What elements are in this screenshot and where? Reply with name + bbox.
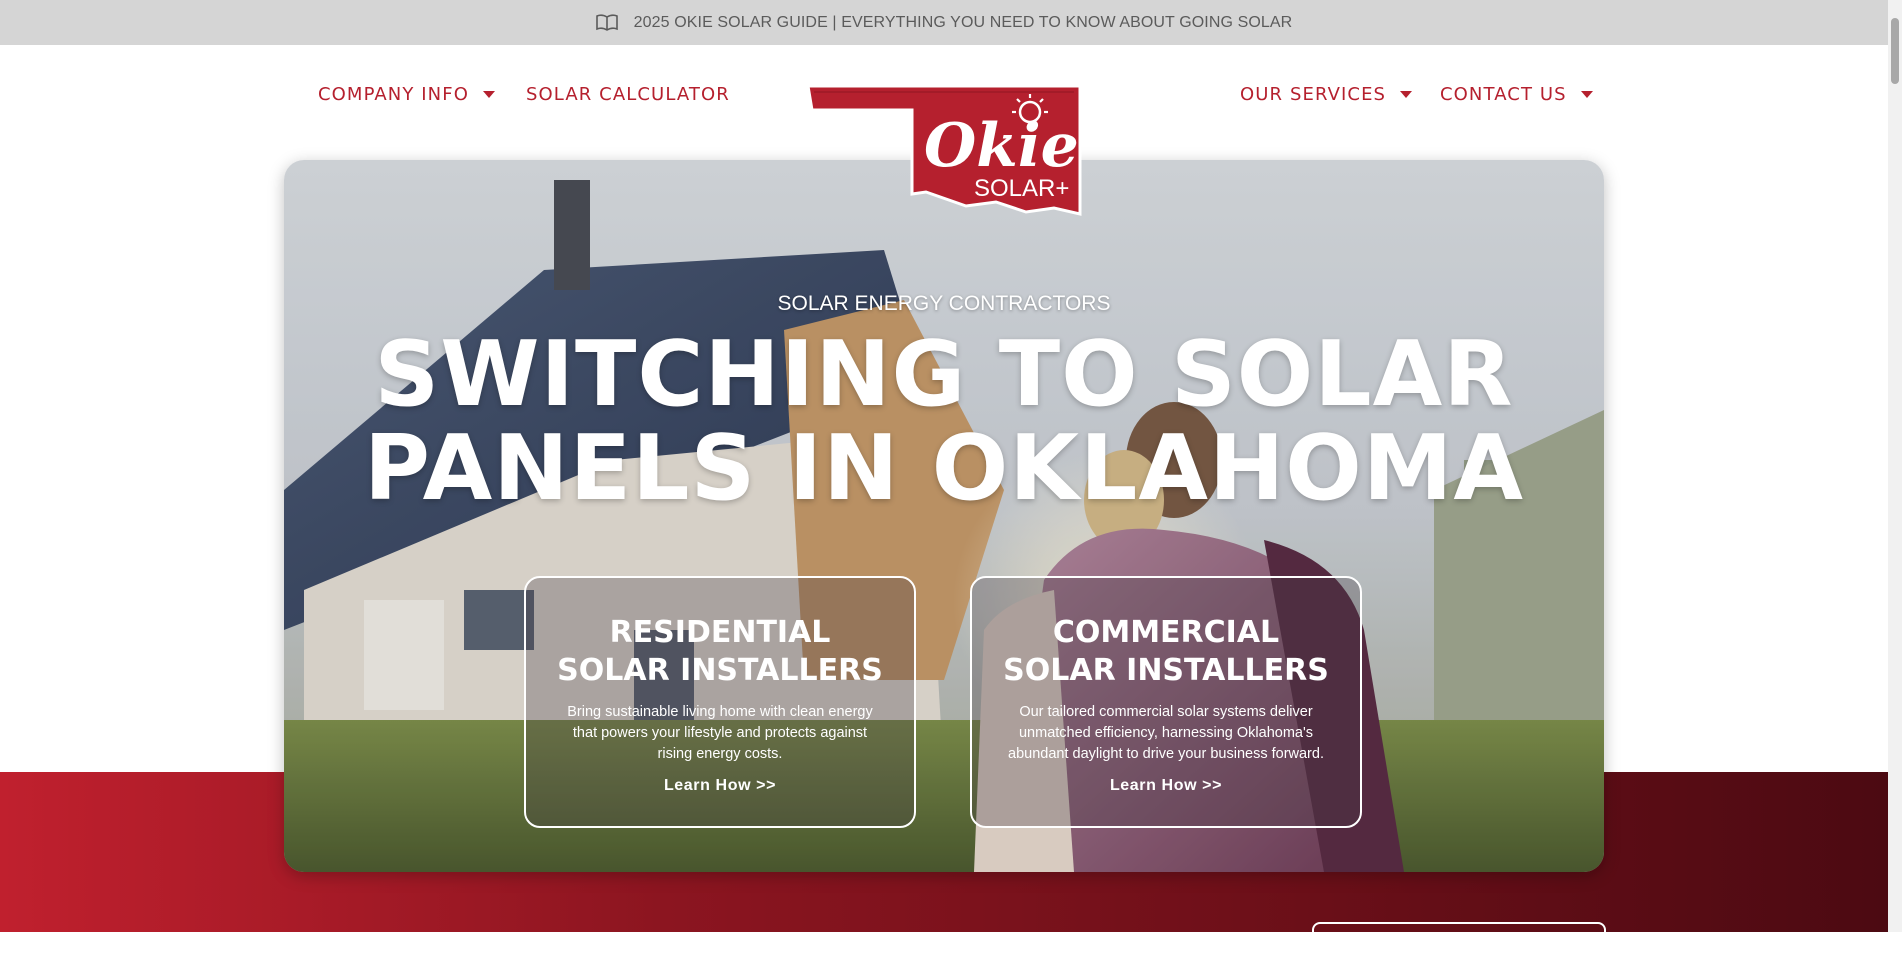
band-outline-box[interactable] bbox=[1312, 922, 1606, 966]
announcement-text: 2025 OKIE SOLAR GUIDE | EVERYTHING YOU N… bbox=[633, 13, 1293, 31]
residential-learn-how-link[interactable]: Learn How >> bbox=[526, 777, 914, 795]
commercial-learn-how-link[interactable]: Learn How >> bbox=[972, 777, 1360, 795]
hero-subtitle: SOLAR ENERGY CONTRACTORS bbox=[777, 292, 1111, 315]
commercial-card[interactable]: COMMERCIAL SOLAR INSTALLERS Our tailored… bbox=[970, 576, 1362, 828]
residential-title-line1: RESIDENTIAL bbox=[609, 615, 831, 650]
nav-company-info[interactable]: COMPANY INFO bbox=[318, 84, 495, 105]
residential-card[interactable]: RESIDENTIAL SOLAR INSTALLERS Bring susta… bbox=[524, 576, 916, 828]
vertical-scrollbar[interactable] bbox=[1888, 0, 1902, 932]
caret-down-icon bbox=[482, 91, 495, 98]
nav-company-info-label: COMPANY INFO bbox=[318, 84, 469, 105]
commercial-title-line1: COMMERCIAL bbox=[1052, 615, 1280, 650]
scrollbar-thumb[interactable] bbox=[1891, 18, 1899, 84]
commercial-card-title: COMMERCIAL SOLAR INSTALLERS bbox=[972, 614, 1360, 690]
residential-card-text: Bring sustainable living home with clean… bbox=[567, 704, 873, 762]
residential-card-title: RESIDENTIAL SOLAR INSTALLERS bbox=[526, 614, 914, 690]
hero-banner: SOLAR ENERGY CONTRACTORS SWITCHING TO SO… bbox=[284, 160, 1604, 872]
commercial-card-text: Our tailored commercial solar systems de… bbox=[1008, 704, 1324, 762]
okie-solar-logo[interactable]: Okie SOLAR+ bbox=[806, 84, 1082, 216]
hero-title-line1: SWITCHING TO SOLAR bbox=[374, 322, 1514, 427]
hero-title: SWITCHING TO SOLAR PANELS IN OKLAHOMA bbox=[284, 328, 1604, 516]
caret-down-icon bbox=[1400, 91, 1413, 98]
announcement-bar[interactable]: 2025 OKIE SOLAR GUIDE | EVERYTHING YOU N… bbox=[0, 0, 1888, 45]
commercial-title-line2: SOLAR INSTALLERS bbox=[1003, 653, 1329, 688]
hero-title-line2: PANELS IN OKLAHOMA bbox=[363, 416, 1525, 521]
logo-subtext: SOLAR+ bbox=[974, 175, 1069, 202]
nav-our-services[interactable]: OUR SERVICES bbox=[1240, 84, 1413, 105]
nav-contact-us-label: CONTACT US bbox=[1440, 84, 1567, 105]
residential-title-line2: SOLAR INSTALLERS bbox=[557, 653, 883, 688]
nav-solar-calculator-label: SOLAR CALCULATOR bbox=[526, 84, 730, 105]
caret-down-icon bbox=[1580, 91, 1593, 98]
book-open-icon bbox=[595, 13, 618, 31]
nav-solar-calculator[interactable]: SOLAR CALCULATOR bbox=[526, 84, 730, 105]
nav-our-services-label: OUR SERVICES bbox=[1240, 84, 1387, 105]
logo-wordmark: Okie bbox=[924, 111, 1079, 181]
nav-contact-us[interactable]: CONTACT US bbox=[1440, 84, 1593, 105]
